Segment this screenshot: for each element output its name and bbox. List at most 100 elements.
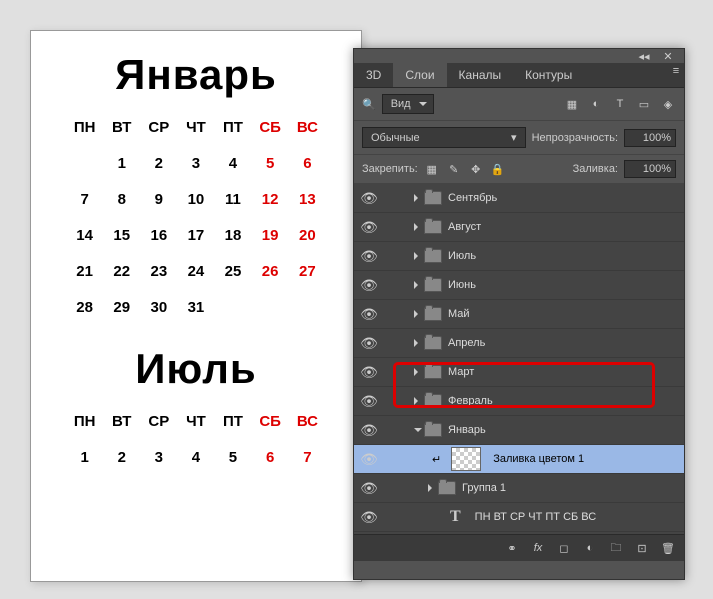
text-layer-icon: T: [450, 508, 461, 526]
layer-name[interactable]: Группа 1: [462, 482, 506, 494]
link-layers-icon[interactable]: ⚭: [504, 540, 520, 556]
layer-row[interactable]: 👁 Август: [354, 213, 684, 242]
disclosure-triangle-icon[interactable]: [414, 252, 422, 260]
lock-paint-icon[interactable]: ✎: [446, 161, 462, 177]
visibility-icon[interactable]: 👁: [358, 451, 380, 468]
fill-label: Заливка:: [573, 163, 618, 175]
layer-row[interactable]: 👁 Сентябрь: [354, 184, 684, 213]
layers-panel: ◂◂ ✕ 3D Слои Каналы Контуры ≡ 🔍 Вид ▦ ◐ …: [353, 48, 685, 580]
visibility-icon[interactable]: 👁: [358, 306, 380, 323]
tab-paths[interactable]: Контуры: [513, 63, 584, 87]
layer-thumbnail[interactable]: [451, 447, 481, 471]
layer-name[interactable]: Заливка цветом 1: [493, 453, 584, 465]
layer-row[interactable]: 👁 Апрель: [354, 329, 684, 358]
layer-row[interactable]: 👁 Январь: [354, 416, 684, 445]
disclosure-triangle-icon[interactable]: [414, 281, 422, 289]
tab-layers[interactable]: Слои: [393, 63, 446, 87]
disclosure-triangle-icon[interactable]: [414, 339, 422, 347]
blend-mode-select[interactable]: Обычные▾: [362, 127, 526, 148]
filter-row: 🔍 Вид ▦ ◐ T ▭ ◈: [354, 88, 684, 121]
visibility-icon[interactable]: 👁: [358, 422, 380, 439]
disclosure-triangle-icon[interactable]: [414, 310, 422, 318]
disclosure-triangle-icon[interactable]: [428, 484, 436, 492]
new-layer-icon[interactable]: ⊡: [634, 540, 650, 556]
layer-row[interactable]: 👁 Май: [354, 300, 684, 329]
visibility-icon[interactable]: 👁: [358, 509, 380, 526]
filter-pixel-icon[interactable]: ▦: [564, 96, 580, 112]
calendar-january: ПН ВТ СР ЧТ ПТ СБ ВС 123456 78910111213 …: [66, 109, 326, 325]
disclosure-triangle-icon[interactable]: [414, 223, 422, 231]
layer-fx-icon[interactable]: fx: [530, 540, 546, 556]
layer-name[interactable]: Июль: [448, 250, 476, 262]
visibility-icon[interactable]: 👁: [358, 393, 380, 410]
layer-name[interactable]: Январь: [448, 424, 486, 436]
layer-row[interactable]: 👁 ↵ Заливка цветом 1: [354, 445, 684, 474]
layer-name[interactable]: Март: [448, 366, 474, 378]
layer-row[interactable]: 👁 Группа 1: [354, 474, 684, 503]
layer-name[interactable]: Сентябрь: [448, 192, 497, 204]
folder-icon: [424, 307, 442, 321]
folder-icon: [424, 365, 442, 379]
panel-titlebar: ◂◂ ✕: [354, 49, 684, 63]
visibility-icon[interactable]: 👁: [358, 248, 380, 265]
add-mask-icon[interactable]: ◻: [556, 540, 572, 556]
folder-icon: [424, 394, 442, 408]
fill-input[interactable]: [624, 160, 676, 178]
folder-icon: [424, 191, 442, 205]
layer-name[interactable]: Апрель: [448, 337, 485, 349]
lock-move-icon[interactable]: ✥: [468, 161, 484, 177]
panel-menu-icon[interactable]: ≡: [668, 63, 684, 79]
document-canvas[interactable]: Январь ПН ВТ СР ЧТ ПТ СБ ВС 123456 78910…: [30, 30, 362, 582]
folder-icon: [438, 481, 456, 495]
lock-label: Закрепить:: [362, 163, 418, 175]
layer-row[interactable]: 👁 T ПН ВТ СР ЧТ ПТ СБ ВС: [354, 503, 684, 532]
disclosure-triangle-icon[interactable]: [414, 194, 422, 202]
collapse-icon[interactable]: ◂◂: [636, 48, 652, 64]
layer-name[interactable]: Февраль: [448, 395, 493, 407]
tab-3d[interactable]: 3D: [354, 63, 393, 87]
folder-icon: [424, 278, 442, 292]
new-group-icon[interactable]: 🗀: [608, 540, 624, 556]
layer-name[interactable]: Август: [448, 221, 481, 233]
blend-row: Обычные▾ Непрозрачность:: [354, 121, 684, 155]
layer-name[interactable]: Май: [448, 308, 470, 320]
layer-row[interactable]: 👁 Февраль: [354, 387, 684, 416]
add-adjustment-icon[interactable]: ◐: [582, 540, 598, 556]
panel-tabs: 3D Слои Каналы Контуры ≡: [354, 63, 684, 88]
filter-shape-icon[interactable]: ▭: [636, 96, 652, 112]
visibility-icon[interactable]: 👁: [358, 277, 380, 294]
month-title-july: Июль: [31, 345, 361, 393]
filter-adjust-icon[interactable]: ◐: [588, 96, 604, 112]
filter-smart-icon[interactable]: ◈: [660, 96, 676, 112]
visibility-icon[interactable]: 👁: [358, 219, 380, 236]
visibility-icon[interactable]: 👁: [358, 480, 380, 497]
weekday-header: ПН ВТ СР ЧТ ПТ СБ ВС: [66, 403, 326, 439]
lock-transparent-icon[interactable]: ▦: [424, 161, 440, 177]
close-icon[interactable]: ✕: [660, 48, 676, 64]
visibility-icon[interactable]: 👁: [358, 335, 380, 352]
layer-name[interactable]: Июнь: [448, 279, 476, 291]
visibility-icon[interactable]: 👁: [358, 190, 380, 207]
filter-text-icon[interactable]: T: [612, 96, 628, 112]
disclosure-triangle-icon[interactable]: [414, 397, 422, 405]
disclosure-triangle-icon[interactable]: [414, 428, 422, 436]
lock-row: Закрепить: ▦ ✎ ✥ 🔒 Заливка:: [354, 155, 684, 184]
folder-icon: [424, 423, 442, 437]
clip-indicator-icon: ↵: [432, 453, 441, 466]
layer-name[interactable]: ПН ВТ СР ЧТ ПТ СБ ВС: [475, 511, 597, 523]
filter-type-select[interactable]: Вид: [382, 94, 434, 114]
opacity-label: Непрозрачность:: [532, 132, 618, 144]
folder-icon: [424, 220, 442, 234]
layers-list: 👁 Сентябрь 👁 Август 👁 Июль 👁 Июнь 👁 Май 👁 Апрель 👁 Ма…: [354, 184, 684, 534]
delete-layer-icon[interactable]: 🗑: [660, 540, 676, 556]
weekday-header: ПН ВТ СР ЧТ ПТ СБ ВС: [66, 109, 326, 145]
layer-row[interactable]: 👁 Июнь: [354, 271, 684, 300]
layer-row[interactable]: 👁 Март: [354, 358, 684, 387]
layer-row[interactable]: 👁 Июль: [354, 242, 684, 271]
opacity-input[interactable]: [624, 129, 676, 147]
month-title-january: Январь: [31, 51, 361, 99]
disclosure-triangle-icon[interactable]: [414, 368, 422, 376]
lock-all-icon[interactable]: 🔒: [490, 161, 506, 177]
tab-channels[interactable]: Каналы: [447, 63, 514, 87]
visibility-icon[interactable]: 👁: [358, 364, 380, 381]
